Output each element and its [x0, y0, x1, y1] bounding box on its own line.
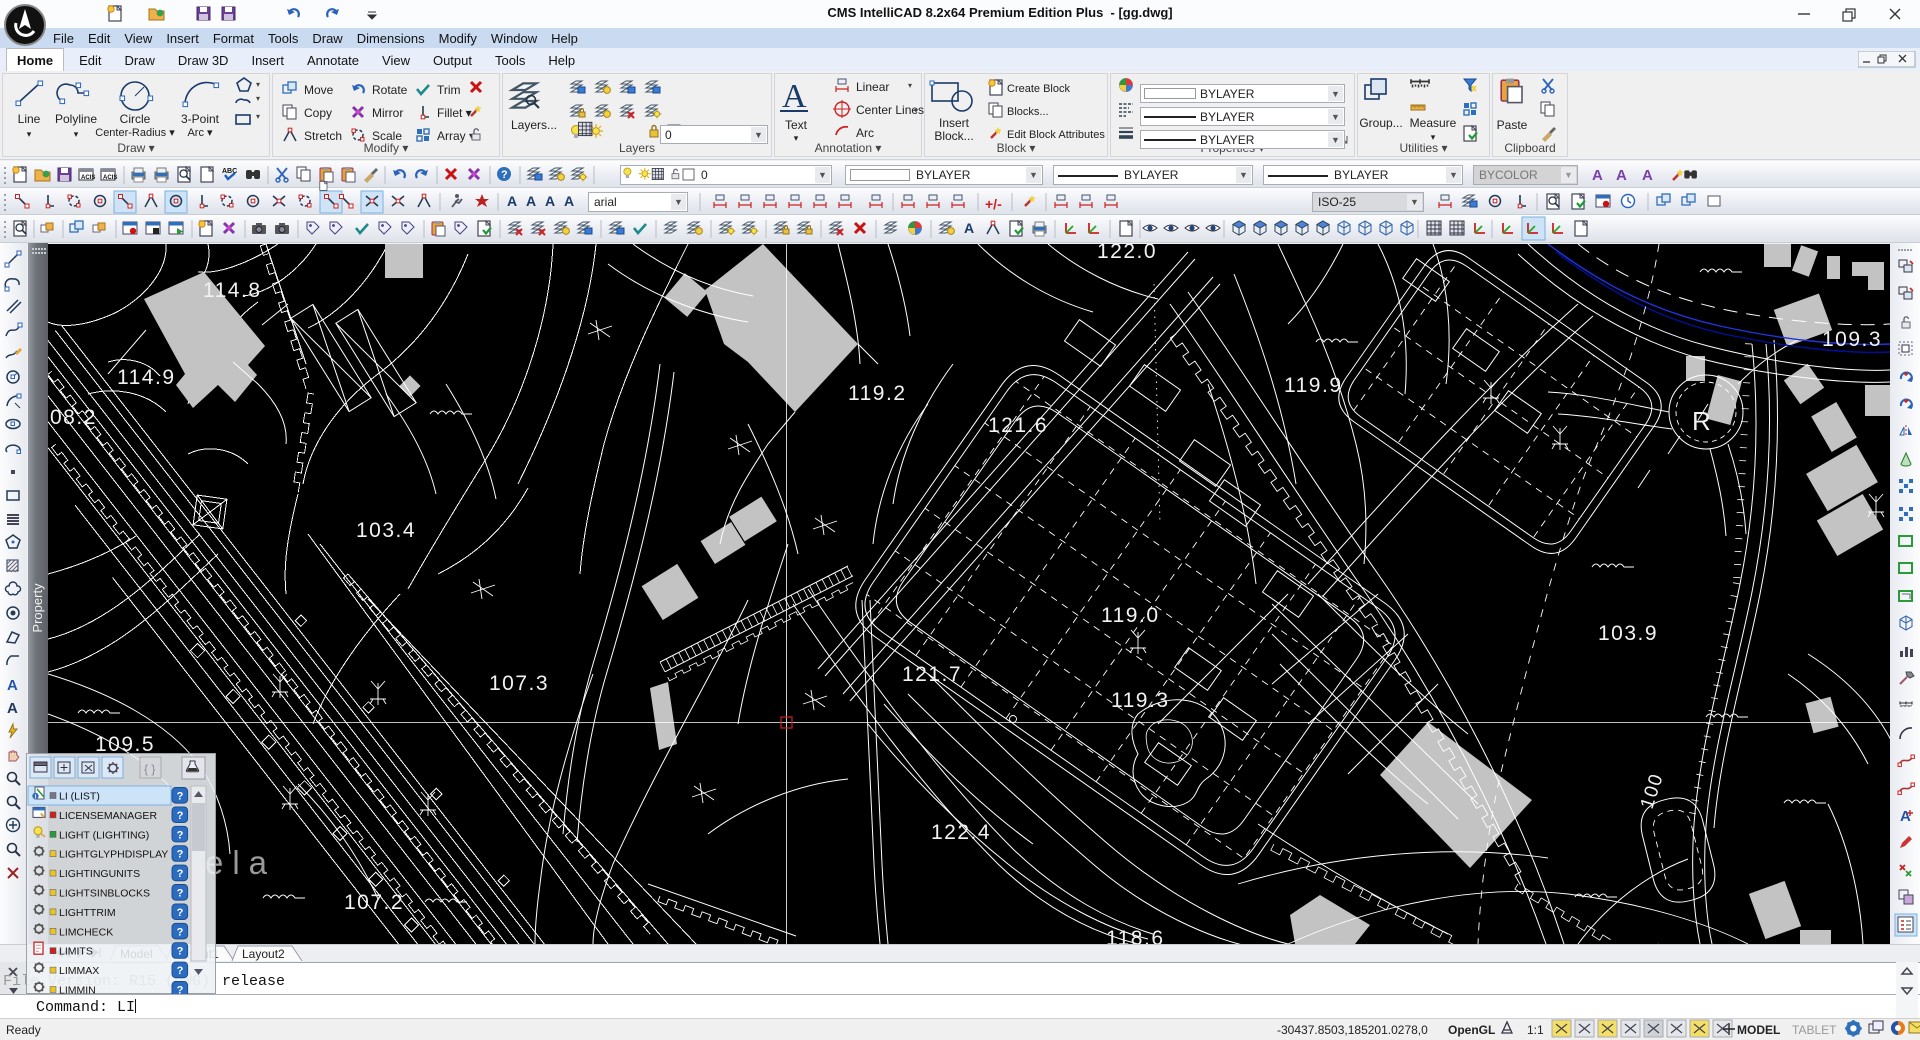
svg-text:Blocks...: Blocks...	[1007, 106, 1049, 118]
svg-text:LIGHTTRIM: LIGHTTRIM	[59, 907, 116, 919]
svg-text:109.3: 109.3	[1822, 328, 1882, 351]
svg-text:LI (LIST): LI (LIST)	[59, 791, 100, 803]
svg-text:LIGHTGLYPHDISPLAY: LIGHTGLYPHDISPLAY	[59, 849, 168, 861]
svg-text:A: A	[1642, 167, 1653, 184]
svg-text:LIGHT (LIGHTING): LIGHT (LIGHTING)	[59, 829, 149, 841]
svg-text:119.3: 119.3	[1111, 689, 1170, 712]
svg-text:122.4: 122.4	[931, 821, 991, 844]
svg-text:119.2: 119.2	[848, 382, 907, 405]
svg-text:Paste: Paste	[1497, 118, 1528, 132]
svg-text:LIGHTSINBLOCKS: LIGHTSINBLOCKS	[59, 888, 150, 900]
svg-text:LIMMIN: LIMMIN	[59, 985, 96, 995]
svg-text:A: A	[1616, 167, 1627, 184]
svg-text:121.7: 121.7	[902, 663, 962, 686]
svg-text:114.8: 114.8	[203, 279, 262, 302]
svg-text:122.0: 122.0	[1097, 244, 1157, 263]
svg-text:103.9: 103.9	[1598, 622, 1658, 645]
svg-text:LIMITS: LIMITS	[59, 946, 93, 958]
svg-text:LICENSEMANAGER: LICENSEMANAGER	[59, 810, 157, 822]
svg-text:100: 100	[1637, 771, 1668, 812]
svg-text:A: A	[782, 78, 807, 115]
svg-text:Arc: Arc	[856, 126, 874, 140]
svg-text:Create Block: Create Block	[1007, 83, 1070, 95]
svg-text:▾: ▾	[794, 133, 799, 143]
svg-text:LIMCHECK: LIMCHECK	[59, 926, 113, 938]
svg-text:▾: ▾	[914, 106, 918, 115]
svg-text:121.6: 121.6	[988, 414, 1048, 437]
svg-text:▾: ▾	[1431, 132, 1436, 142]
svg-text:Linear: Linear	[856, 80, 889, 94]
svg-text:LIGHTINGUNITS: LIGHTINGUNITS	[59, 868, 140, 880]
svg-text:Group...: Group...	[1359, 116, 1402, 130]
svg-text:118.6: 118.6	[1106, 927, 1165, 944]
svg-text:114.9: 114.9	[117, 366, 176, 389]
svg-text:Edit Block Attributes: Edit Block Attributes	[1007, 129, 1105, 141]
svg-text:A: A	[7, 700, 18, 717]
svg-text:{ }: { }	[144, 762, 155, 776]
svg-text:103.4: 103.4	[356, 519, 416, 542]
svg-text:Layout2: Layout2	[242, 947, 285, 961]
svg-text:Block...: Block...	[934, 129, 973, 143]
svg-text:107.2: 107.2	[344, 891, 404, 914]
svg-text:+/-: +/-	[985, 196, 1002, 212]
svg-text:119.0: 119.0	[1101, 604, 1160, 627]
svg-text:Text: Text	[785, 118, 808, 132]
svg-text:107.3: 107.3	[489, 672, 549, 695]
svg-text:119.9: 119.9	[1284, 374, 1343, 397]
svg-text:Property: Property	[30, 583, 45, 633]
svg-text:▾: ▾	[908, 81, 912, 90]
svg-text:Measure: Measure	[1410, 116, 1457, 130]
svg-text:A: A	[7, 677, 18, 694]
svg-text:LIMMAX: LIMMAX	[59, 965, 99, 977]
svg-text:A: A	[1592, 167, 1603, 184]
svg-text:R: R	[1692, 406, 1712, 436]
svg-text:08.2: 08.2	[50, 406, 97, 429]
svg-text:Insert: Insert	[939, 116, 970, 130]
